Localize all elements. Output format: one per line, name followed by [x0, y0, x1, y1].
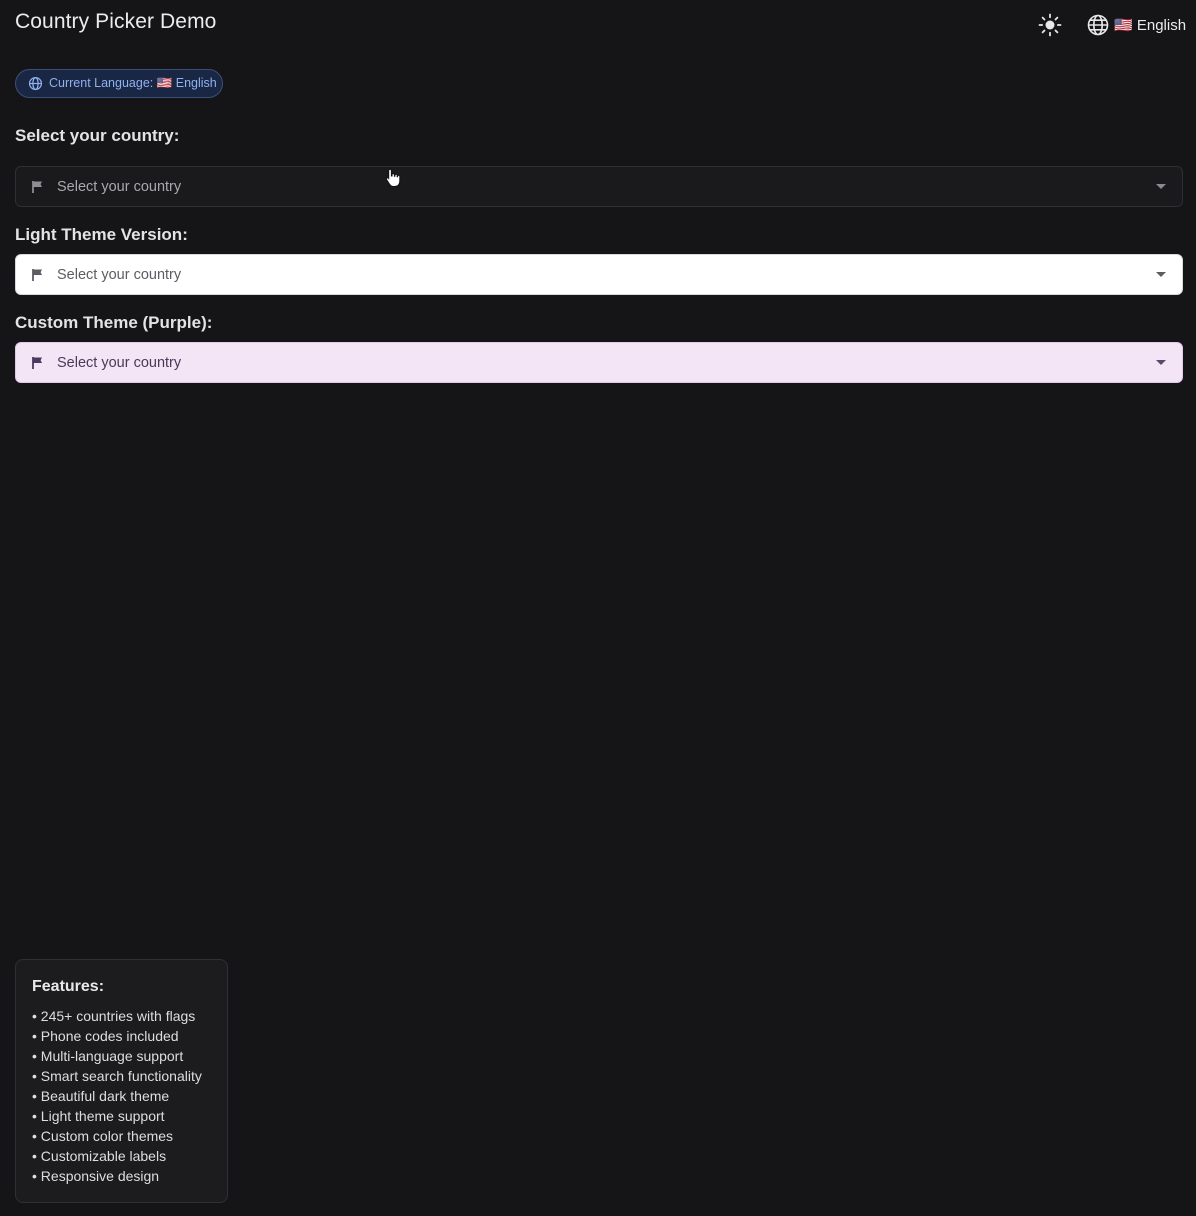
- language-switch-button[interactable]: 🇺🇸 English: [1086, 12, 1186, 38]
- flag-icon: [32, 180, 42, 193]
- country-picker-placeholder: Select your country: [57, 178, 182, 195]
- globe-icon: [1087, 14, 1109, 36]
- list-item: • Custom color themes: [32, 1128, 174, 1144]
- current-language-chip: Current Language: 🇺🇸 English: [15, 69, 223, 98]
- sun-icon: [1038, 13, 1062, 37]
- theme-toggle-button[interactable]: [1036, 11, 1064, 39]
- features-list: • 245+ countries with flags • Phone code…: [32, 1006, 211, 1186]
- country-picker-light[interactable]: Select your country: [15, 254, 1183, 295]
- features-panel: Features: • 245+ countries with flags • …: [15, 959, 228, 1203]
- list-item: • Light theme support: [32, 1108, 165, 1124]
- default-picker-label: Select your country:: [15, 126, 180, 145]
- app-bar: Country Picker Demo 🇺🇸 English: [0, 0, 1196, 50]
- list-item: • Beautiful dark theme: [32, 1088, 170, 1104]
- language-switch-label: 🇺🇸 English: [1114, 17, 1187, 34]
- list-item: • Responsive design: [32, 1168, 160, 1184]
- country-picker-purple[interactable]: Select your country: [15, 342, 1183, 383]
- country-picker-placeholder: Select your country: [57, 354, 182, 371]
- flag-icon: [32, 268, 42, 281]
- app-title: Country Picker Demo: [15, 10, 217, 33]
- globe-icon: [28, 76, 43, 91]
- list-item: • Phone codes included: [32, 1028, 179, 1044]
- chevron-down-icon: [1156, 184, 1166, 189]
- list-item: • 245+ countries with flags: [32, 1008, 196, 1024]
- light-picker-label: Light Theme Version:: [15, 225, 188, 244]
- list-item: • Multi-language support: [32, 1048, 184, 1064]
- flag-icon: [32, 356, 42, 369]
- list-item: • Customizable labels: [32, 1148, 167, 1164]
- chevron-down-icon: [1156, 360, 1166, 365]
- current-language-text: Current Language: 🇺🇸 English: [49, 76, 217, 90]
- purple-picker-label: Custom Theme (Purple):: [15, 313, 213, 332]
- country-picker-placeholder: Select your country: [57, 266, 182, 283]
- country-picker-default[interactable]: Select your country: [15, 166, 1183, 207]
- chevron-down-icon: [1156, 272, 1166, 277]
- features-title: Features:: [32, 978, 105, 995]
- list-item: • Smart search functionality: [32, 1068, 202, 1084]
